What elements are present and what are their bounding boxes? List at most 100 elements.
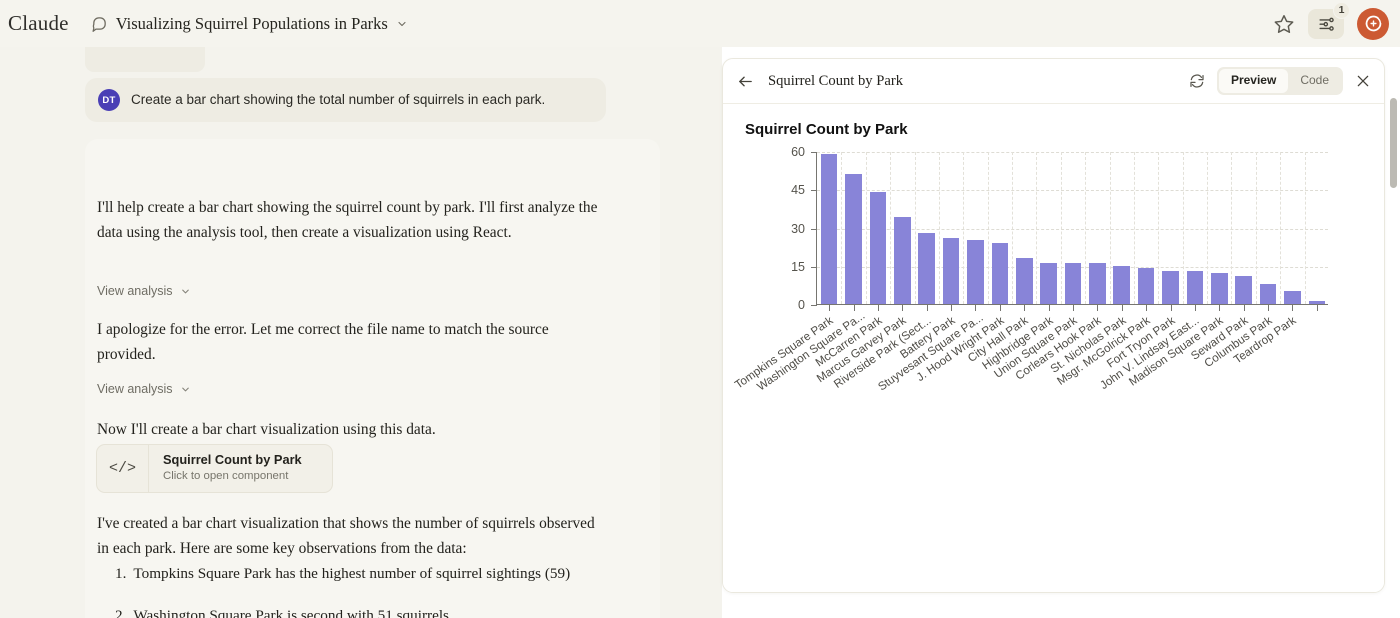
bar[interactable] [1187, 271, 1204, 304]
bar[interactable] [967, 240, 984, 304]
bar[interactable] [1284, 291, 1301, 304]
bar[interactable] [1065, 263, 1082, 304]
bar[interactable] [870, 192, 887, 304]
artifact-preview-text: Squirrel Count by Park Click to open com… [149, 445, 302, 492]
tab-preview[interactable]: Preview [1219, 69, 1288, 92]
list-item-number: 2. [115, 606, 126, 618]
avatar: DT [98, 89, 120, 111]
gridline-vertical [1183, 152, 1184, 304]
list-item-number: 1. [115, 564, 126, 585]
chart-title: Squirrel Count by Park [745, 121, 908, 138]
gridline-vertical [1158, 152, 1159, 304]
account-add-icon [1364, 14, 1383, 33]
refresh-icon[interactable] [1189, 73, 1205, 89]
gridline-vertical [988, 152, 989, 304]
bar[interactable] [1040, 263, 1057, 304]
gridline-vertical [890, 152, 891, 304]
x-axis-tick [1049, 305, 1050, 311]
y-axis-tick [811, 305, 817, 306]
bar[interactable] [1260, 284, 1277, 304]
view-analysis-label-1: View analysis [97, 284, 173, 298]
assistant-message: I'll help create a bar chart showing the… [85, 139, 660, 618]
x-axis-tick [1024, 305, 1025, 311]
bar[interactable] [1089, 263, 1106, 304]
preview-code-toggle: Preview Code [1217, 67, 1343, 94]
view-analysis-toggle-2[interactable]: View analysis [97, 382, 191, 396]
attachment-card[interactable]: TEXT/CSV [85, 47, 205, 72]
gridline-vertical [939, 152, 940, 304]
chevron-down-icon [180, 384, 191, 395]
x-axis-tick [927, 305, 928, 311]
gridline-vertical [1256, 152, 1257, 304]
bar[interactable] [943, 238, 960, 304]
gridline-vertical [1305, 152, 1306, 304]
x-axis-tick [1146, 305, 1147, 311]
gridline-vertical [915, 152, 916, 304]
x-axis-tick [1097, 305, 1098, 311]
gridline-vertical [1061, 152, 1062, 304]
gridline-vertical [963, 152, 964, 304]
x-axis-tick [1000, 305, 1001, 311]
bar[interactable] [845, 174, 862, 304]
view-analysis-toggle-1[interactable]: View analysis [97, 284, 191, 298]
assistant-paragraph-2: I apologize for the error. Let me correc… [97, 317, 603, 367]
y-axis-tick-label: 45 [771, 183, 805, 197]
x-axis-tick [1317, 305, 1318, 311]
bar[interactable] [1016, 258, 1033, 304]
account-button[interactable] [1357, 8, 1389, 40]
chevron-down-icon[interactable] [396, 18, 408, 30]
bar[interactable] [821, 154, 838, 304]
bar[interactable] [1309, 301, 1326, 304]
bar[interactable] [1162, 271, 1179, 304]
list-item: 2.Washington Square Park is second with … [97, 606, 617, 618]
x-axis-tick [902, 305, 903, 311]
x-axis-tick [854, 305, 855, 311]
user-message-text: Create a bar chart showing the total num… [131, 91, 545, 109]
list-item-text: Tompkins Square Park has the highest num… [133, 564, 570, 585]
x-axis-tick [878, 305, 879, 311]
plot-area [816, 152, 1328, 305]
chevron-down-icon [180, 286, 191, 297]
bar[interactable] [992, 243, 1009, 304]
x-axis-tick [1292, 305, 1293, 311]
x-axis-tick [975, 305, 976, 311]
gridline-vertical [1207, 152, 1208, 304]
top-bar: Claude Visualizing Squirrel Populations … [0, 0, 1400, 47]
x-axis-tick [1195, 305, 1196, 311]
conversation-title-group[interactable]: Visualizing Squirrel Populations in Park… [91, 14, 408, 34]
artifact-preview-card[interactable]: </> Squirrel Count by Park Click to open… [96, 444, 333, 493]
bar[interactable] [1235, 276, 1252, 304]
scrollbar-thumb[interactable] [1390, 98, 1397, 188]
artifact-header-actions: Preview Code [1189, 67, 1371, 94]
y-axis-tick-label: 30 [771, 222, 805, 236]
list-item: 1. Tompkins Square Park has the highest n… [97, 564, 617, 585]
gridline-vertical [1110, 152, 1111, 304]
gridline-vertical [1012, 152, 1013, 304]
close-icon[interactable] [1355, 73, 1371, 89]
page-body: TEXT/CSV DT Create a bar chart showing t… [0, 47, 1400, 618]
tab-code[interactable]: Code [1288, 69, 1341, 92]
settings-sliders-button[interactable]: 1 [1308, 9, 1344, 39]
y-axis-tick-label: 0 [771, 298, 805, 312]
bar[interactable] [1138, 268, 1155, 304]
gridline-vertical [841, 152, 842, 304]
bar[interactable] [894, 217, 911, 304]
arrow-left-icon[interactable] [737, 73, 754, 90]
bar[interactable] [1211, 273, 1228, 304]
code-icon: </> [97, 445, 149, 492]
gridline-vertical [1134, 152, 1135, 304]
star-icon[interactable] [1273, 13, 1295, 35]
x-axis-tick [1171, 305, 1172, 311]
bar[interactable] [918, 233, 935, 304]
sliders-badge-count: 1 [1333, 2, 1350, 19]
chat-bubble-icon [91, 15, 108, 32]
app-logo[interactable]: Claude [8, 11, 69, 36]
vertical-scrollbar[interactable] [1387, 94, 1400, 618]
y-axis-tick-label: 60 [771, 145, 805, 159]
gridline-horizontal [817, 152, 1328, 153]
artifact-preview-title: Squirrel Count by Park [163, 452, 302, 468]
bar[interactable] [1113, 266, 1130, 304]
assistant-paragraph-4: I've created a bar chart visualization t… [97, 511, 597, 561]
x-axis-tick [829, 305, 830, 311]
gridline-horizontal [817, 190, 1328, 191]
